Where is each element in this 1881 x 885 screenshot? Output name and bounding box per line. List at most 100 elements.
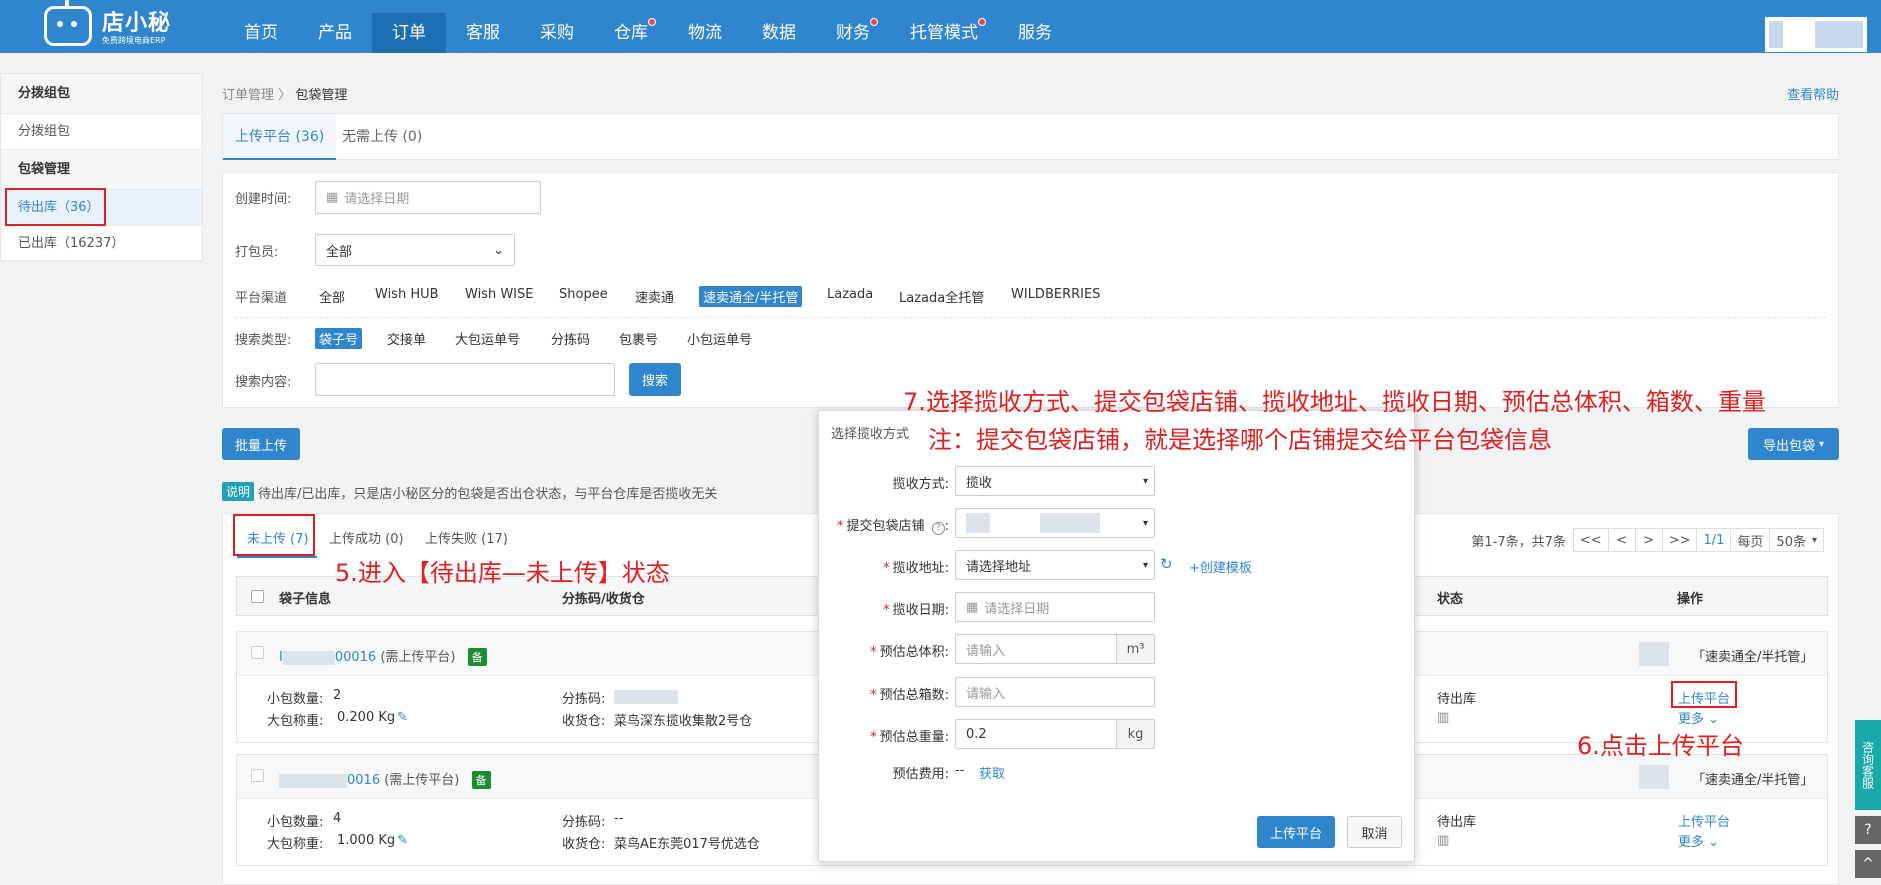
divider: [235, 317, 1826, 318]
channel-option[interactable]: 全部: [315, 286, 349, 307]
nav-warehouse[interactable]: 仓库: [594, 13, 668, 53]
nav-order[interactable]: 订单: [372, 13, 446, 53]
packer-label: 打包员:: [235, 245, 279, 260]
more-dropdown[interactable]: 更多 ⌄: [1678, 831, 1719, 850]
sidebar-item-shipped[interactable]: 已出库（16237）: [1, 226, 202, 262]
fee-label: 预估费用:: [892, 767, 949, 782]
pickup-method-select[interactable]: 揽收 ▾: [955, 466, 1155, 496]
nav-purchase[interactable]: 采购: [520, 13, 594, 53]
nav-finance[interactable]: 财务: [816, 13, 890, 53]
pickup-address-select[interactable]: 请选择地址 ▾: [955, 550, 1155, 580]
pagination-summary: 第1-7条，共7条: [1471, 534, 1566, 550]
per-page-select[interactable]: 50条 ▾: [1769, 528, 1824, 552]
pickup-date-input[interactable]: ▦ 请选择日期: [955, 592, 1155, 622]
platform-logo: [1639, 642, 1669, 666]
row-checkbox[interactable]: [251, 646, 264, 663]
fee-fetch-link[interactable]: 获取: [979, 763, 1005, 782]
weight-value: 1.000 Kg: [337, 833, 396, 848]
avatar: [1769, 21, 1783, 48]
breadcrumb-parent[interactable]: 订单管理: [222, 88, 274, 103]
page-last-button[interactable]: >>: [1661, 528, 1698, 552]
bag-number[interactable]: 0016 (需上传平台) 备: [279, 769, 491, 789]
created-date-input[interactable]: ▦ 请选择日期: [315, 181, 541, 214]
back-to-top-icon[interactable]: ^: [1855, 850, 1881, 878]
boxes-input[interactable]: 请输入: [955, 677, 1155, 707]
channel-option[interactable]: Shopee: [555, 286, 612, 303]
date-label: * 揽收日期:: [883, 603, 949, 618]
page-prev-button[interactable]: <: [1607, 528, 1636, 552]
breadcrumb-separator: 〉: [278, 88, 292, 103]
refresh-icon[interactable]: ↻: [1160, 555, 1173, 573]
select-all-checkbox[interactable]: [251, 590, 264, 607]
more-dropdown[interactable]: 更多 ⌄: [1678, 708, 1719, 727]
help-link[interactable]: 查看帮助: [1787, 84, 1839, 103]
channel-option[interactable]: Wish HUB: [371, 286, 443, 303]
submit-shop-select[interactable]: ▾: [955, 508, 1155, 538]
tab-upload-platform[interactable]: 上传平台 (36): [223, 114, 337, 160]
bag-number[interactable]: I 00016 (需上传平台) 备: [279, 646, 487, 666]
batch-upload-button[interactable]: 批量上传: [222, 428, 300, 460]
subtab-upload-success[interactable]: 上传成功 (0): [329, 528, 404, 547]
sidebar-item-distribution[interactable]: 分拨组包: [1, 114, 202, 150]
page-next-button[interactable]: >: [1634, 528, 1663, 552]
help-circle-icon[interactable]: ?: [931, 522, 945, 535]
pickup-method-dialog: 选择揽收方式 揽收方式: 揽收 ▾ * 提交包袋店铺 ?: ▾ * 揽收地址: 请选…: [818, 410, 1415, 862]
volume-input[interactable]: 请输入 m³: [955, 634, 1155, 664]
dialog-cancel-button[interactable]: 取消: [1347, 816, 1402, 848]
help-icon[interactable]: ?: [1855, 816, 1881, 844]
nav-home[interactable]: 首页: [224, 13, 298, 53]
search-type-option[interactable]: 包裹号: [615, 328, 662, 349]
weight-input[interactable]: 0.2 kg: [955, 719, 1155, 749]
dialog-upload-button[interactable]: 上传平台: [1257, 816, 1335, 848]
sidebar-section-distribution: 分拨组包: [1, 74, 202, 114]
channel-option[interactable]: Wish WISE: [461, 286, 537, 303]
nav-hosting[interactable]: 托管模式: [890, 13, 998, 53]
warehouse-value: 菜鸟AE东莞017号优选仓: [614, 837, 760, 852]
nav-logistics[interactable]: 物流: [668, 13, 742, 53]
packer-select[interactable]: 全部 ⌄: [315, 234, 515, 266]
channel-option[interactable]: WILDBERRIES: [1007, 286, 1104, 303]
nav-data[interactable]: 数据: [742, 13, 816, 53]
export-bags-button[interactable]: 导出包袋 ▾: [1748, 428, 1839, 460]
subtab-upload-failed[interactable]: 上传失败 (17): [425, 528, 508, 547]
pagination: 第1-7条，共7条 << < > >> 1/1 每页 50条 ▾: [1471, 528, 1824, 552]
sidebar-section-bag-management: 包袋管理: [1, 150, 202, 190]
nav-product[interactable]: 产品: [298, 13, 372, 53]
nav-services[interactable]: 服务: [998, 13, 1072, 53]
row-checkbox[interactable]: [251, 769, 264, 786]
edit-icon[interactable]: ✎: [397, 710, 408, 725]
backup-badge: 备: [467, 648, 487, 666]
nav-service[interactable]: 客服: [446, 13, 520, 53]
upload-platform-link[interactable]: 上传平台: [1678, 811, 1730, 830]
logo[interactable]: 店小秘 免费跨境电商ERP: [44, 0, 171, 46]
search-type-option[interactable]: 小包运单号: [683, 328, 756, 349]
search-button[interactable]: 搜索: [629, 363, 681, 396]
create-template-link[interactable]: +创建模板: [1189, 557, 1252, 576]
user-account-box[interactable]: [1765, 17, 1867, 52]
channel-option-selected[interactable]: 速卖通全/半托管: [699, 286, 803, 307]
annotation-step6: 6.点击上传平台: [1577, 732, 1744, 760]
boxes-label: * 预估总箱数:: [870, 688, 949, 703]
volume-unit: m³: [1116, 635, 1154, 663]
redacted-blur: [282, 650, 335, 665]
warehouse-label: 收货仓:: [562, 837, 606, 852]
subtab-active-underline: [237, 556, 317, 558]
search-input[interactable]: [315, 363, 615, 396]
consult-service-button[interactable]: 咨询客服: [1855, 720, 1881, 810]
channel-option[interactable]: Lazada: [823, 286, 877, 303]
channel-option[interactable]: 速卖通: [631, 286, 678, 307]
header-sort-code: 分拣码/收货仓: [562, 592, 645, 607]
channel-option[interactable]: Lazada全托管: [895, 286, 988, 307]
search-type-option[interactable]: 交接单: [383, 328, 430, 349]
filter-panel: 创建时间: ▦ 请选择日期 打包员: 全部 ⌄ 平台渠道 全部 Wish HUB…: [222, 172, 1839, 408]
search-type-option[interactable]: 大包运单号: [451, 328, 524, 349]
search-type-option[interactable]: 分拣码: [547, 328, 594, 349]
notification-dot: [870, 18, 878, 26]
robot-logo-icon: [44, 0, 92, 46]
sort-code-value: --: [614, 811, 624, 826]
username-blur: [1815, 21, 1863, 48]
page-first-button[interactable]: <<: [1572, 528, 1609, 552]
search-type-option-selected[interactable]: 袋子号: [315, 328, 363, 349]
tab-no-upload[interactable]: 无需上传 (0): [330, 114, 434, 160]
edit-icon[interactable]: ✎: [397, 833, 408, 848]
